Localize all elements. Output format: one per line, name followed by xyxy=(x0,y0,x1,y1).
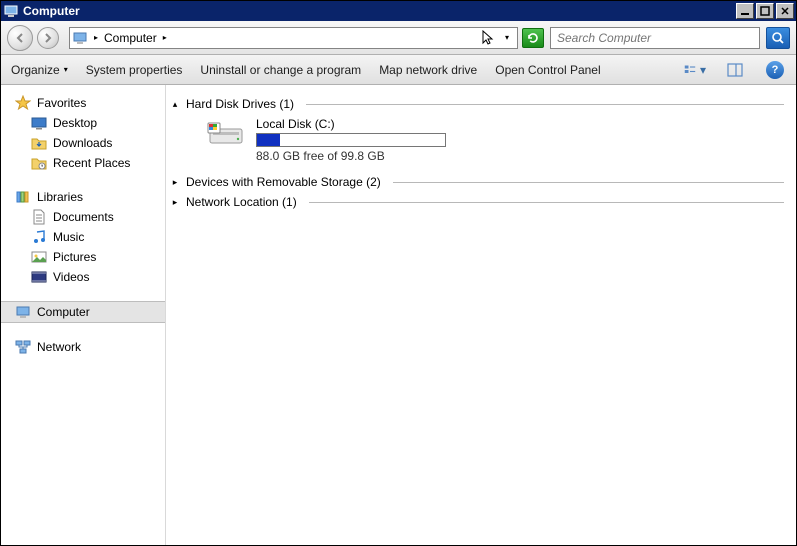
pictures-icon xyxy=(31,249,47,265)
videos-icon xyxy=(31,269,47,285)
maximize-button[interactable] xyxy=(756,3,774,19)
close-button[interactable] xyxy=(776,3,794,19)
group-network-location[interactable]: ▸ Network Location (1) xyxy=(170,195,784,209)
sidebar-item-pictures[interactable]: Pictures xyxy=(1,247,165,267)
favorites-label: Favorites xyxy=(37,96,86,110)
sidebar-item-music[interactable]: Music xyxy=(1,227,165,247)
search-input[interactable] xyxy=(551,31,759,45)
preview-pane-button[interactable] xyxy=(724,59,746,81)
desktop-icon xyxy=(31,115,47,131)
chevron-down-icon: ▾ xyxy=(700,63,706,77)
computer-icon xyxy=(3,3,19,19)
address-dropdown[interactable]: ▾ xyxy=(499,29,515,47)
caret-right-icon: ▸ xyxy=(170,177,180,188)
content-pane: ▴ Hard Disk Drives (1) Local Di xyxy=(166,85,796,545)
navigation-pane: Favorites Desktop Downloads Recent Place… xyxy=(1,85,166,545)
sidebar-item-network[interactable]: Network xyxy=(1,337,165,357)
refresh-button[interactable] xyxy=(522,28,544,48)
open-control-panel-button[interactable]: Open Control Panel xyxy=(495,63,600,77)
cursor-icon xyxy=(481,30,497,46)
address-segment[interactable]: Computer xyxy=(102,31,159,45)
hard-drive-icon xyxy=(206,117,246,149)
organize-menu[interactable]: Organize▾ xyxy=(11,63,68,77)
sidebar-item-videos[interactable]: Videos xyxy=(1,267,165,287)
group-removable-storage[interactable]: ▸ Devices with Removable Storage (2) xyxy=(170,175,784,189)
sidebar-item-computer[interactable]: Computer xyxy=(1,301,165,323)
chevron-right-icon[interactable]: ▸ xyxy=(90,33,102,42)
minimize-button[interactable] xyxy=(736,3,754,19)
sidebar-item-desktop[interactable]: Desktop xyxy=(1,113,165,133)
help-button[interactable]: ? xyxy=(764,59,786,81)
documents-icon xyxy=(31,209,47,225)
title-bar: Computer xyxy=(1,1,796,21)
sidebar-item-recent-places[interactable]: Recent Places xyxy=(1,153,165,173)
system-properties-button[interactable]: System properties xyxy=(86,63,183,77)
libraries-icon xyxy=(15,189,31,205)
drive-free-text: 88.0 GB free of 99.8 GB xyxy=(256,149,446,163)
drive-name: Local Disk (C:) xyxy=(256,117,446,131)
star-icon xyxy=(15,95,31,111)
favorites-group[interactable]: Favorites xyxy=(1,93,165,113)
downloads-icon xyxy=(31,135,47,151)
search-button[interactable] xyxy=(766,27,790,49)
computer-icon xyxy=(15,304,31,320)
back-button[interactable] xyxy=(7,25,33,51)
libraries-group[interactable]: Libraries xyxy=(1,187,165,207)
search-box[interactable] xyxy=(550,27,760,49)
chevron-right-icon[interactable]: ▸ xyxy=(159,33,171,42)
caret-right-icon: ▸ xyxy=(170,197,180,208)
explorer-body: Favorites Desktop Downloads Recent Place… xyxy=(1,85,796,545)
drive-item-local-disk-c[interactable]: Local Disk (C:) 88.0 GB free of 99.8 GB xyxy=(206,117,784,163)
explorer-window: Computer ▸ Computer ▸ ▾ xyxy=(0,0,797,546)
network-icon xyxy=(15,339,31,355)
uninstall-program-button[interactable]: Uninstall or change a program xyxy=(200,63,361,77)
sidebar-item-documents[interactable]: Documents xyxy=(1,207,165,227)
recent-places-icon xyxy=(31,155,47,171)
libraries-label: Libraries xyxy=(37,190,83,204)
drive-usage-bar xyxy=(256,133,446,147)
address-bar[interactable]: ▸ Computer ▸ ▾ xyxy=(69,27,518,49)
sidebar-item-downloads[interactable]: Downloads xyxy=(1,133,165,153)
computer-icon xyxy=(72,30,88,46)
caret-down-icon: ▴ xyxy=(170,99,180,110)
navigation-bar: ▸ Computer ▸ ▾ xyxy=(1,21,796,55)
map-network-drive-button[interactable]: Map network drive xyxy=(379,63,477,77)
drive-usage-fill xyxy=(257,134,280,146)
music-icon xyxy=(31,229,47,245)
command-bar: Organize▾ System properties Uninstall or… xyxy=(1,55,796,85)
group-hard-disk-drives[interactable]: ▴ Hard Disk Drives (1) xyxy=(170,97,784,111)
window-title: Computer xyxy=(23,4,736,18)
change-view-button[interactable]: ▾ xyxy=(684,59,706,81)
forward-button[interactable] xyxy=(37,27,59,49)
